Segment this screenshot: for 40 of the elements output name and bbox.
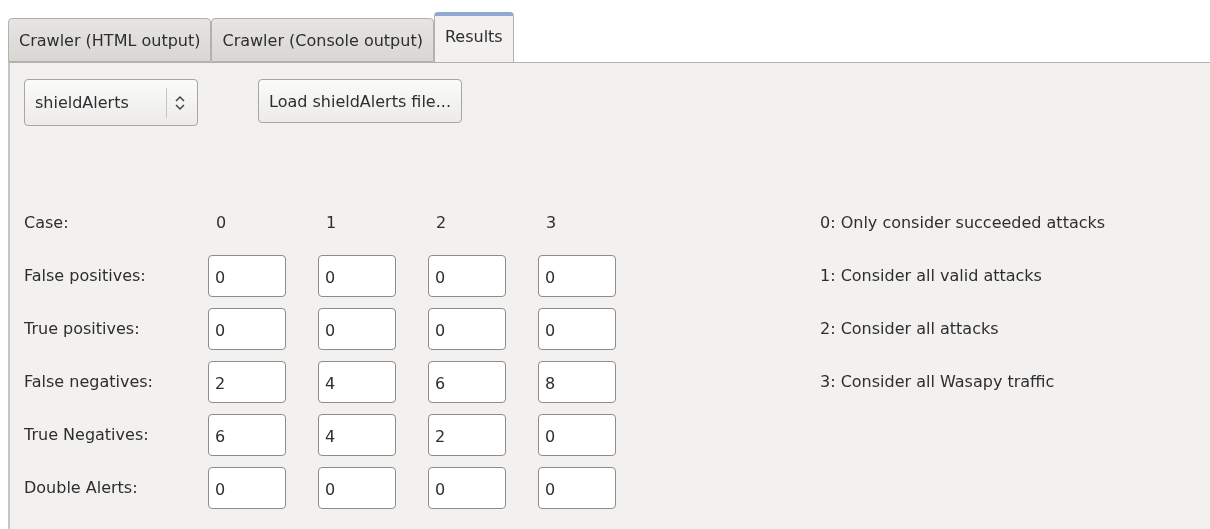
up-down-arrows-icon: [175, 94, 185, 111]
dropdown[interactable]: shieldAlerts: [24, 79, 198, 126]
number-field[interactable]: 0: [538, 254, 616, 297]
legend-text: 2: Consider all attacks: [820, 319, 1000, 338]
row-label: Double Alerts:: [24, 478, 139, 497]
row-label: False positives:: [24, 266, 147, 285]
legend-text: 1: Consider all valid attacks: [820, 266, 1043, 285]
number-field[interactable]: 0: [538, 413, 616, 456]
number-field[interactable]: 2: [208, 360, 286, 403]
column-header: 3: [545, 213, 558, 232]
column-header: 0: [215, 213, 228, 232]
number-field[interactable]: 0: [208, 466, 286, 509]
load-file-button[interactable]: Load shieldAlerts file...: [258, 79, 462, 123]
legend-text: 3: Consider all Wasapy traffic: [820, 372, 1056, 391]
tab[interactable]: Crawler (HTML output): [8, 18, 212, 62]
number-field[interactable]: 0: [318, 254, 396, 297]
number-field[interactable]: 8: [538, 360, 616, 403]
tab[interactable]: Results: [433, 12, 514, 62]
tab[interactable]: Crawler (Console output): [211, 18, 434, 62]
number-field[interactable]: 0: [208, 254, 286, 297]
row-label: False negatives:: [24, 372, 154, 391]
row-label: True Negatives:: [24, 425, 150, 444]
number-field[interactable]: 0: [208, 307, 286, 350]
number-field[interactable]: 0: [538, 466, 616, 509]
row-label: True positives:: [24, 319, 141, 338]
legend-text: 0: Only consider succeeded attacks: [820, 213, 1106, 232]
column-label: Case:: [24, 213, 70, 232]
number-field[interactable]: 0: [428, 466, 506, 509]
column-header: 1: [325, 213, 338, 232]
number-field[interactable]: 4: [318, 360, 396, 403]
number-field[interactable]: 0: [318, 307, 396, 350]
number-field[interactable]: 0: [428, 254, 506, 297]
number-field[interactable]: 6: [428, 360, 506, 403]
number-field[interactable]: 6: [208, 413, 286, 456]
number-field[interactable]: 0: [428, 307, 506, 350]
number-field[interactable]: 2: [428, 413, 506, 456]
number-field[interactable]: 0: [538, 307, 616, 350]
number-field[interactable]: 0: [318, 466, 396, 509]
number-field[interactable]: 4: [318, 413, 396, 456]
column-header: 2: [435, 213, 448, 232]
